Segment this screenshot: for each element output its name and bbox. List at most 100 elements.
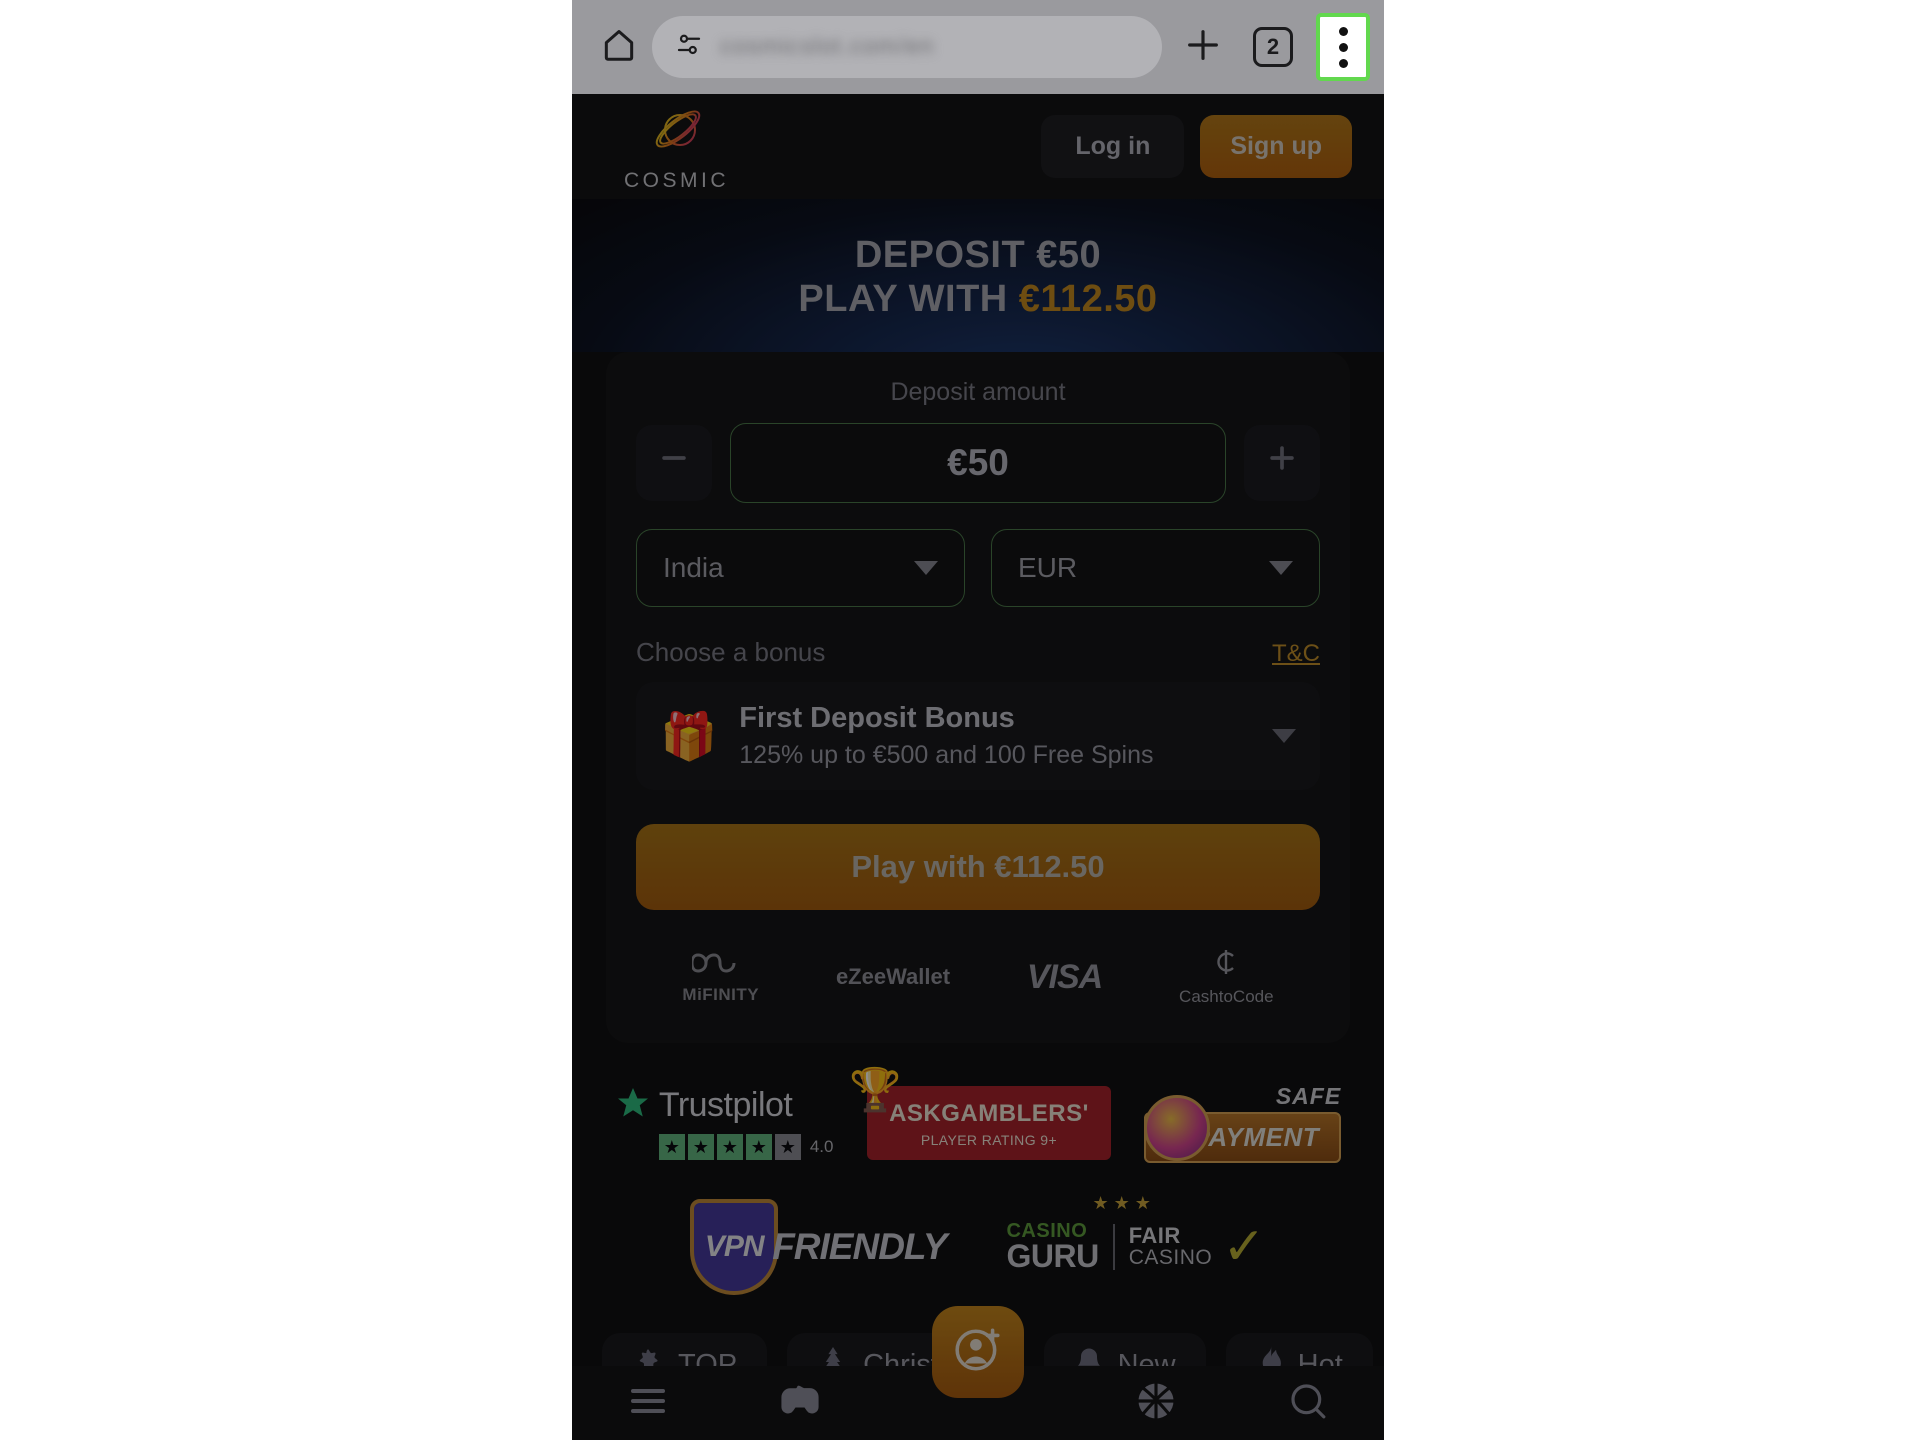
- hero-banner: DEPOSIT €50 PLAY WITH €112.50: [572, 199, 1384, 352]
- basketball-icon: [1135, 1380, 1177, 1427]
- payment-methods-row: MiFINITY eZeeWallet VISA CashtoCode: [636, 948, 1320, 1013]
- game-controller-icon: [779, 1383, 821, 1424]
- selected-bonus-card[interactable]: 🎁 First Deposit Bonus 125% up to €500 an…: [636, 681, 1320, 790]
- brand-logo[interactable]: COSMIC: [624, 100, 729, 193]
- fair-casino-bottom: CASINO: [1128, 1246, 1213, 1270]
- gift-box-icon: 🎁: [660, 709, 718, 762]
- askgamblers-title: ASKGAMBLERS': [889, 1099, 1089, 1127]
- amount-stepper-row: €50: [636, 422, 1320, 503]
- minus-icon: [657, 440, 691, 485]
- safe-payment-line1: SAFE: [1275, 1082, 1342, 1109]
- payment-method-label: MiFINITY: [682, 984, 760, 1004]
- hero-line-1: DEPOSIT €50: [854, 234, 1102, 276]
- plus-icon: [1265, 440, 1299, 485]
- askgamblers-badge: 🏆 ASKGAMBLERS' PLAYER RATING 9+: [849, 1066, 1111, 1160]
- tab-switcher-button[interactable]: 2: [1238, 27, 1308, 67]
- payment-method-label: eZeeWallet: [835, 964, 951, 990]
- safe-payment-badge: SAFE PAYMENT: [1144, 1082, 1342, 1163]
- trustpilot-title: Trustpilot: [615, 1085, 793, 1126]
- brand-name: COSMIC: [624, 169, 729, 192]
- trustpilot-rating: ★ ★ ★ ★ ★ 4.0: [658, 1134, 834, 1161]
- home-button[interactable]: [586, 26, 652, 69]
- chevron-down-icon[interactable]: [1272, 728, 1296, 743]
- currency-select[interactable]: EUR: [991, 528, 1320, 607]
- account-fab-button[interactable]: [932, 1306, 1024, 1398]
- casino-guru-brand-bottom: GURU: [1006, 1238, 1099, 1275]
- payment-method-visa: VISA: [1026, 957, 1103, 997]
- nav-sports-button[interactable]: [1135, 1380, 1177, 1427]
- nav-search-button[interactable]: [1288, 1381, 1328, 1426]
- check-icon: ✓: [1222, 1217, 1266, 1276]
- casino-guru-stars: ★★★: [1092, 1192, 1156, 1213]
- star-icon: ★: [658, 1134, 685, 1161]
- url-bar[interactable]: cosmicslot.com/en: [652, 16, 1162, 78]
- trust-badges-row: Trustpilot ★ ★ ★ ★ ★ 4.0 🏆 ASKGAMBLERS' …: [572, 1043, 1384, 1173]
- nav-games-button[interactable]: [779, 1383, 821, 1424]
- hero-heading: DEPOSIT €50 PLAY WITH €112.50: [592, 233, 1364, 322]
- url-text: cosmicslot.com/en: [720, 33, 935, 60]
- trust-badges-row-2: VPN FRIENDLY ★★★ CASINO GURU FAIR CASINO…: [572, 1173, 1384, 1313]
- payment-method-ezeewallet: eZeeWallet: [836, 964, 950, 990]
- payment-method-cashtocode: CashtoCode: [1179, 948, 1274, 1007]
- increase-amount-button[interactable]: [1244, 424, 1320, 501]
- vpn-friendly-word: FRIENDLY: [772, 1225, 947, 1267]
- chevron-down-icon: [1269, 560, 1293, 575]
- login-button[interactable]: Log in: [1041, 115, 1185, 178]
- payment-method-label: CashtoCode: [1179, 986, 1274, 1006]
- casino-guru-badge: ★★★ CASINO GURU FAIR CASINO ✓: [1006, 1193, 1266, 1277]
- page-content: COSMIC Log in Sign up DEPOSIT €50 PLAY W…: [572, 94, 1384, 1440]
- vpn-friendly-badge: VPN FRIENDLY: [690, 1198, 947, 1295]
- nav-menu-button[interactable]: [628, 1384, 668, 1423]
- tab-count-badge: 2: [1253, 27, 1293, 67]
- bonus-subtitle: 125% up to €500 and 100 Free Spins: [739, 740, 1154, 769]
- browser-toolbar: cosmicslot.com/en 2: [572, 0, 1384, 94]
- casino-guru-logo: CASINO GURU: [1006, 1221, 1099, 1275]
- trophy-icon: 🏆: [849, 1065, 902, 1113]
- new-tab-button[interactable]: [1168, 25, 1238, 70]
- chevron-down-icon: [914, 560, 938, 575]
- plus-icon: [1183, 25, 1223, 70]
- three-dot-menu-icon: [1338, 58, 1348, 68]
- payment-method-label: VISA: [1026, 957, 1103, 996]
- shield-icon: VPN: [690, 1198, 779, 1295]
- tune-icon[interactable]: [674, 30, 704, 65]
- star-icon: ★: [774, 1134, 801, 1161]
- gem-icon: [1144, 1094, 1211, 1161]
- choose-bonus-label: Choose a bonus: [636, 636, 826, 667]
- currency-select-value: EUR: [1018, 551, 1078, 583]
- bonus-text: First Deposit Bonus 125% up to €500 and …: [739, 702, 1250, 770]
- deposit-amount-input[interactable]: €50: [730, 422, 1226, 503]
- fair-casino-label: FAIR CASINO: [1129, 1224, 1213, 1269]
- play-with-button[interactable]: Play with €112.50: [636, 823, 1320, 910]
- star-icon: ★: [687, 1134, 714, 1161]
- hero-line-2-amount: €112.50: [1018, 278, 1158, 321]
- signup-button[interactable]: Sign up: [1200, 115, 1352, 178]
- askgamblers-subtitle: PLAYER RATING 9+: [920, 1131, 1058, 1148]
- selects-row: India EUR: [636, 528, 1320, 607]
- fair-casino-top: FAIR: [1128, 1223, 1181, 1249]
- home-icon: [600, 26, 638, 69]
- search-icon: [1288, 1381, 1328, 1426]
- star-icon: ★: [716, 1134, 743, 1161]
- country-select[interactable]: India: [636, 528, 965, 607]
- trustpilot-score: 4.0: [809, 1137, 834, 1157]
- bonus-section-header: Choose a bonus T&C: [636, 637, 1320, 668]
- browser-menu-button[interactable]: [1316, 13, 1370, 81]
- decrease-amount-button[interactable]: [636, 424, 712, 501]
- site-header: COSMIC Log in Sign up: [572, 94, 1384, 199]
- screenshot-root: cosmicslot.com/en 2 COSMIC Log in Sign u…: [0, 0, 1920, 1440]
- phone-viewport: cosmicslot.com/en 2 COSMIC Log in Sign u…: [572, 0, 1384, 1440]
- country-select-value: India: [663, 551, 724, 583]
- hero-line-2-prefix: PLAY WITH: [798, 278, 1019, 321]
- deposit-panel: Deposit amount €50 India EUR Choose a bo…: [606, 351, 1350, 1043]
- planet-logo-icon: [644, 100, 710, 167]
- three-dot-menu-icon: [1338, 26, 1348, 36]
- deposit-amount-label: Deposit amount: [890, 377, 1066, 406]
- star-icon: [615, 1085, 651, 1126]
- trustpilot-name: Trustpilot: [658, 1086, 793, 1125]
- three-dot-menu-icon: [1338, 42, 1348, 52]
- terms-and-conditions-link[interactable]: T&C: [1272, 640, 1320, 668]
- cashtocode-icon: [1213, 948, 1239, 983]
- trustpilot-badge: Trustpilot ★ ★ ★ ★ ★ 4.0: [615, 1085, 834, 1161]
- infinity-icon: [690, 950, 750, 981]
